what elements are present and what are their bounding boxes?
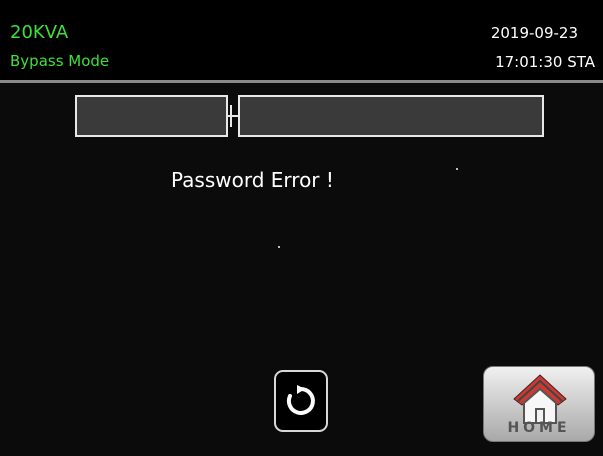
- model-label: 20KVA: [10, 22, 69, 43]
- password-field-divider: [230, 105, 232, 127]
- password-field-left[interactable]: [75, 95, 228, 137]
- home-button[interactable]: HOME: [483, 366, 595, 442]
- screen-speck: [278, 246, 280, 248]
- mode-label: Bypass Mode: [10, 52, 110, 70]
- password-field-right[interactable]: [238, 95, 544, 137]
- status-bar: 20KVA Bypass Mode 2019-09-23 17:01:30 ST…: [0, 0, 603, 80]
- refresh-button[interactable]: [274, 370, 328, 432]
- home-button-label: HOME: [507, 420, 571, 436]
- screen-speck: [456, 168, 458, 170]
- refresh-icon: [286, 385, 315, 415]
- time-label: 17:01:30 STA: [495, 53, 595, 71]
- date-label: 2019-09-23: [490, 24, 578, 42]
- error-message: Password Error !: [171, 168, 334, 192]
